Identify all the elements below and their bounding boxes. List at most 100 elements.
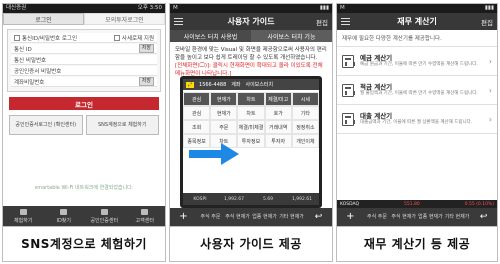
nav-sector-price[interactable]: 업종 현재가: [417, 208, 444, 226]
chevron-right-icon: ›: [488, 56, 492, 66]
calc-desc: 월 불입액과 기간, 이율에 따른 만기 수령액을 계산해 드립니다.: [360, 91, 478, 96]
cert-icon: [100, 208, 108, 215]
app-name: 대신증권: [6, 5, 27, 11]
market-ticker: KOSDAQ 551.80 0.55 (0.10%): [337, 200, 497, 208]
nav-find-id[interactable]: ID찾기: [44, 206, 85, 226]
add-icon[interactable]: +: [170, 208, 197, 226]
sns-login-button[interactable]: SNS계정으로 체험하기: [85, 115, 159, 135]
tab-login[interactable]: 로그인: [3, 13, 84, 25]
guide-phone-topbar: ⤢ 1566-4488 계좌 사이보스터치: [183, 79, 319, 90]
panel-caption: SNS계정으로 체험하기: [21, 237, 147, 251]
back-icon[interactable]: ↩: [470, 208, 497, 226]
app-bar: 재무 계산기 편집: [337, 13, 497, 30]
phone-number: 1566-4488: [199, 81, 227, 88]
nav-stock-price[interactable]: 주식 현재가: [224, 208, 251, 226]
intro-text: 재무에 필요한 다양한 계산기를 제공합니다.: [337, 30, 497, 47]
checkbox-icon[interactable]: [113, 35, 120, 41]
checkbox-icon[interactable]: [14, 35, 20, 41]
nav-try[interactable]: 체험하기: [3, 206, 44, 226]
nav-other-price[interactable]: 기타 현재가: [444, 208, 471, 226]
grid-cell: 현재가: [210, 106, 238, 120]
save-toggle[interactable]: 저장: [138, 77, 154, 86]
nav-customer-center[interactable]: 고객센터: [125, 206, 166, 226]
tab-mock-login[interactable]: 모의투자로그인: [84, 13, 165, 25]
panel-caption: 재무 계산기 등 제공: [363, 237, 471, 251]
row-extra: 사세로제 지원: [121, 35, 154, 42]
calculator-icon: [342, 112, 355, 126]
brand-label: 사이보스터치: [245, 82, 274, 88]
phone-screen-calc: M ▮▮▮ 재무 계산기 편집 재무에 필요한 다양한 계산기를 제공합니다. 예…: [337, 4, 497, 227]
grid-cell: 투자정보: [237, 134, 265, 148]
grid-cell: 조회: [183, 120, 211, 134]
back-icon[interactable]: ↩: [305, 208, 332, 226]
panel-caption: 사용자 가이드 제공: [200, 237, 302, 251]
nav-stock-price[interactable]: 주식 현재가: [390, 208, 417, 226]
grid-cell: 체결/미체결: [237, 120, 265, 134]
nav-label: 고객센터: [135, 217, 154, 224]
status-bar: 대신증권 오후 3:50: [3, 4, 165, 13]
nav-label: ID찾기: [56, 217, 72, 224]
phone-icon: [141, 208, 149, 215]
nav-cert-center[interactable]: 공인인증센터: [84, 206, 125, 226]
bottom-nav: + 주식 주문 주식 현재가 업종 현재가 기타 현재가 ↩: [170, 208, 332, 226]
ticker-index: KOSPI: [193, 196, 207, 202]
login-row-password[interactable]: 통신 비밀번호: [11, 55, 157, 65]
grid-cell: 관심: [183, 106, 211, 120]
login-row-account-password[interactable]: 계좌비밀번호 저장: [11, 77, 157, 87]
save-toggle[interactable]: 저장: [138, 44, 154, 53]
nav-label: 공인인증센터: [90, 217, 119, 224]
edit-button[interactable]: 편집: [316, 17, 328, 27]
ticker-value: 551.80: [404, 201, 420, 207]
menu-icon[interactable]: [341, 18, 350, 25]
bottom-nav: 체험하기 ID찾기 공인인증센터 고객센터: [3, 206, 165, 226]
ticker-change: 0.55 (0.10%): [464, 201, 494, 207]
calc-item-savings[interactable]: 적금 계산기 월 불입액과 기간, 이율에 따른 만기 수령액을 계산해 드립니…: [337, 76, 497, 105]
login-button[interactable]: 로그인: [9, 97, 159, 110]
ticker-value-2: 1,992.61: [291, 196, 313, 202]
login-form: 통신ID/비밀번호 로그인 사세로제 지원 통신 ID 저장 통신 비밀번호 공…: [7, 29, 161, 92]
calc-desc: 대출금액과 기간, 이율에 따른 월 상환액을 계산해 드립니다.: [360, 120, 473, 125]
login-row-id-pw[interactable]: 통신ID/비밀번호 로그인 사세로제 지원: [11, 33, 157, 43]
chevron-right-icon: ›: [488, 114, 492, 124]
guide-phone-image: ⤢ 1566-4488 계좌 사이보스터치 관심 현재가 차트 체결/미고 시세…: [180, 76, 322, 208]
nav-label: 체험하기: [14, 217, 33, 224]
nav-stock-order[interactable]: 주식 주문: [364, 208, 391, 226]
calc-item-deposit[interactable]: 예금 계산기 예금 원금과 기간, 이율에 따른 만기 수령액을 계산해 드립니…: [337, 47, 497, 76]
tab-features[interactable]: 사이보스 터치 기능: [251, 30, 332, 42]
cert-login-button[interactable]: 공인인증서로그인 (확인센터): [9, 115, 83, 135]
login-row-id[interactable]: 통신 ID 저장: [11, 44, 157, 54]
nav-stock-order[interactable]: 주식 주문: [197, 208, 224, 226]
grid-cell: 체결/미고: [264, 92, 292, 106]
nav-sector-price[interactable]: 업종 현재가: [251, 208, 278, 226]
tab-how-to-use[interactable]: 사이보스 터치 사용법: [170, 30, 251, 42]
calc-item-loan[interactable]: 대출 계산기 대출금액과 기간, 이율에 따른 월 상환액을 계산해 드립니다.…: [337, 105, 497, 134]
grid-cell: 차트: [237, 106, 265, 120]
page-title: 사용자 가이드: [227, 17, 275, 26]
arrow-right-icon: [189, 143, 239, 165]
grid-cell: 투자자: [264, 134, 292, 148]
grid-cell: 기타: [291, 106, 319, 120]
row-label: 통신ID/비밀번호 로그인: [22, 35, 77, 42]
login-row-cert-password[interactable]: 공인인증서 비밀번호: [11, 66, 157, 76]
nav-other-price[interactable]: 기타 현재가: [278, 208, 305, 226]
bottom-nav: + 주식 주문 주식 현재가 업종 현재가 기타 현재가 ↩: [337, 208, 497, 226]
ticker-value: 1,992.67: [223, 196, 245, 202]
calc-text: 예금 계산기 예금 원금과 기간, 이율에 따른 만기 수령액을 계산해 드립니…: [360, 54, 489, 68]
extra-login-buttons: 공인인증서로그인 (확인센터) SNS계정으로 체험하기: [9, 115, 159, 135]
page-title: 재무 계산기: [397, 17, 437, 26]
status-bar: M ▮▮▮: [337, 4, 497, 13]
edit-button[interactable]: 편집: [481, 17, 493, 27]
ticker-index: KOSDAQ: [340, 201, 360, 207]
grid-cell: 시세: [291, 92, 319, 106]
grid-cell: 현재가: [210, 92, 238, 106]
menu-icon[interactable]: [174, 18, 183, 25]
grid-cell: 차트: [237, 92, 265, 106]
ticker-change: 5.69: [262, 196, 274, 202]
calc-title: 적금 계산기: [360, 83, 393, 91]
calc-text: 대출 계산기 대출금액과 기간, 이율에 따른 월 상환액을 계산해 드립니다.: [360, 112, 489, 126]
add-icon[interactable]: +: [337, 208, 364, 226]
id-icon: [60, 208, 68, 215]
row-label: 공인인증서 비밀번호: [14, 68, 62, 75]
row-label: 통신 ID: [14, 46, 32, 53]
account-label: 계좌: [231, 82, 241, 88]
